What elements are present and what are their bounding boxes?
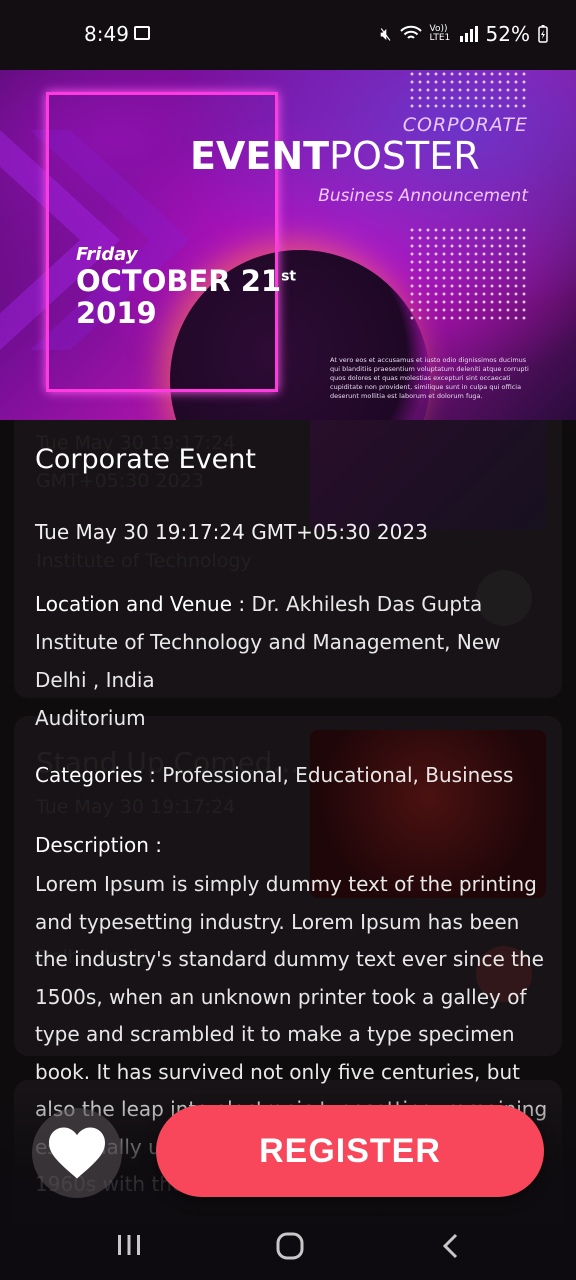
- battery-charging-icon: [538, 25, 548, 43]
- signal-icon: [459, 26, 478, 42]
- poster-day: Friday: [76, 244, 138, 265]
- wifi-icon: [399, 25, 422, 39]
- heart-icon: [49, 1127, 105, 1179]
- home-icon[interactable]: [276, 1232, 304, 1260]
- poster-date: OCTOBER 21st: [76, 264, 297, 298]
- lte-label: Vo)) LTE1: [429, 24, 451, 43]
- recent-apps-icon[interactable]: [116, 1232, 142, 1258]
- mute-icon: 🔇︎: [380, 23, 392, 45]
- poster-year: 2019: [76, 296, 157, 330]
- description-label: Description :: [35, 833, 163, 857]
- back-icon[interactable]: [440, 1232, 460, 1260]
- poster-dots-top: [408, 70, 528, 110]
- poster-corporate: CORPORATE: [402, 114, 528, 136]
- location-label: Location and Venue :: [35, 592, 252, 616]
- event-datetime: Tue May 30 19:17:24 GMT+05:30 2023: [35, 520, 428, 544]
- status-icons: 🔇︎ Vo)) LTE1 52%: [380, 22, 548, 46]
- event-location: Location and Venue : Dr. Akhilesh Das Gu…: [35, 585, 545, 737]
- poster-title: EVENTPOSTER: [190, 134, 480, 178]
- event-venue: Auditorium: [35, 706, 146, 730]
- poster-small-text: At vero eos et accusamus et iusto odio d…: [330, 356, 529, 400]
- poster-dots-mid: [408, 226, 528, 322]
- categories-value: Professional, Educational, Business: [162, 763, 514, 787]
- battery-percent: 52%: [485, 22, 530, 46]
- event-categories: Categories : Professional, Educational, …: [35, 763, 556, 787]
- poster-subtitle: Business Announcement: [318, 186, 528, 206]
- status-time: 8:49: [84, 22, 129, 46]
- categories-label: Categories :: [35, 763, 163, 787]
- status-bar: 8:49 🔇︎ Vo)) LTE1 52%: [0, 0, 576, 70]
- gallery-notification-icon: [134, 26, 150, 40]
- event-title: Corporate Event: [35, 444, 256, 475]
- register-button[interactable]: REGISTER: [156, 1105, 544, 1197]
- system-navigation-bar: [0, 1212, 576, 1280]
- favorite-button[interactable]: [32, 1108, 122, 1198]
- event-poster-image: CORPORATE EVENTPOSTER Business Announcem…: [0, 70, 576, 420]
